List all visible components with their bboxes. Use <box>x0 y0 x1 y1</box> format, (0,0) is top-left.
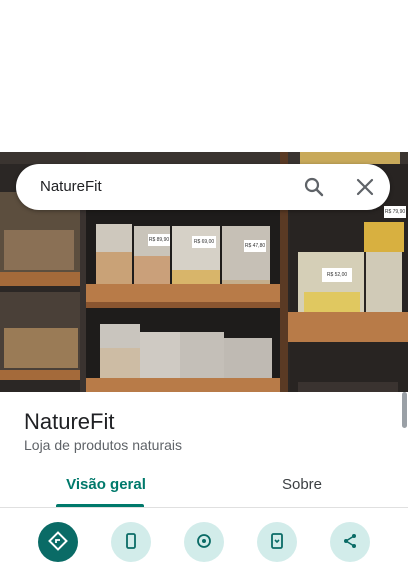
phone-icon <box>126 533 136 549</box>
nearby-button[interactable] <box>184 522 224 562</box>
place-category: Loja de produtos naturais <box>24 437 182 453</box>
price-tag: R$ 79,90 <box>384 206 406 218</box>
save-to-phone-icon <box>271 533 283 549</box>
share-icon <box>344 534 356 548</box>
send-to-phone-button[interactable] <box>257 522 297 562</box>
divider <box>0 507 408 508</box>
directions-icon <box>48 531 68 551</box>
call-button[interactable] <box>111 522 151 562</box>
search-bar[interactable]: NatureFit <box>16 164 390 210</box>
close-icon[interactable] <box>353 175 377 199</box>
place-name: NatureFit <box>24 409 115 434</box>
nearby-icon <box>197 534 211 548</box>
price-tag: R$ 69,00 <box>192 236 216 248</box>
scrollbar[interactable] <box>402 392 407 428</box>
price-tag: R$ 52,00 <box>322 268 352 282</box>
price-tag: R$ 47,80 <box>244 240 266 252</box>
share-button[interactable] <box>330 522 370 562</box>
search-query[interactable]: NatureFit <box>40 178 102 195</box>
tab-about[interactable]: Sobre <box>262 476 342 493</box>
price-tag: R$ 89,90 <box>148 234 170 246</box>
directions-button[interactable] <box>38 522 78 562</box>
tab-overview[interactable]: Visão geral <box>56 476 156 493</box>
search-icon[interactable] <box>302 175 326 199</box>
